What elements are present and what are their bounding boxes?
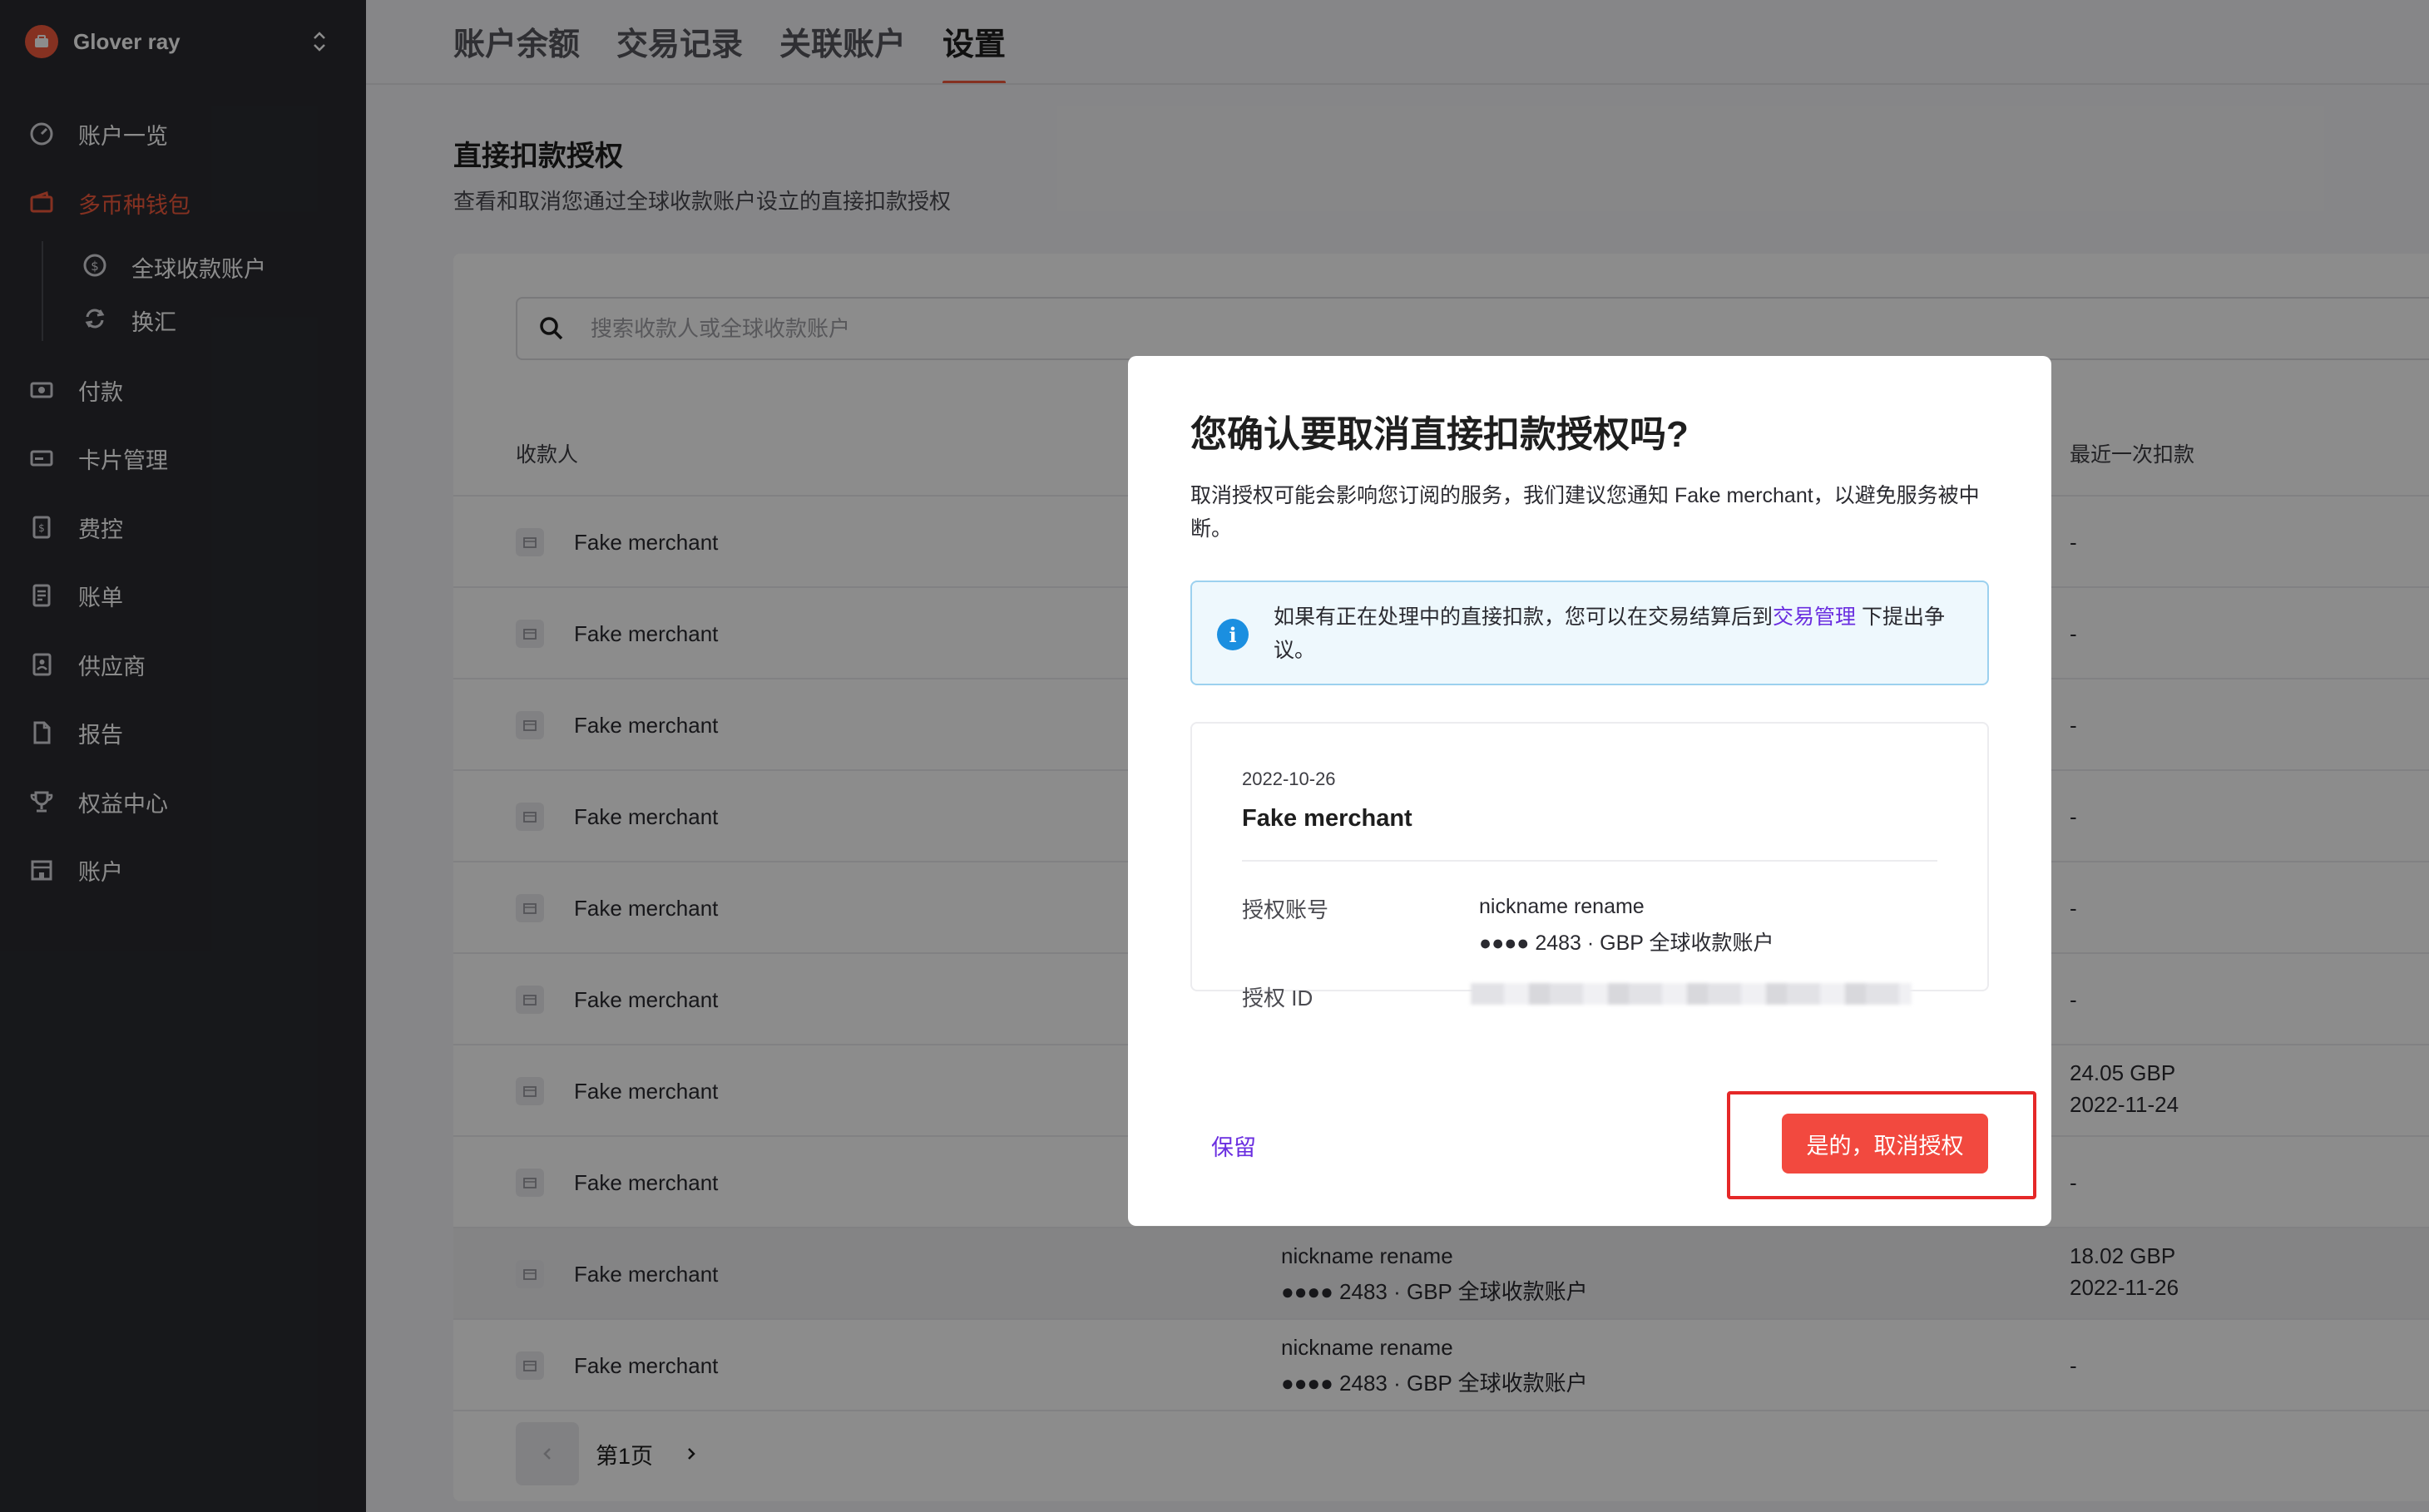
notice-text: 如果有正在处理中的直接扣款，您可以在交易结算后到交易管理 下提出争议。 — [1274, 600, 1972, 667]
mandate-date: 2022-10-26 — [1242, 768, 1336, 789]
info-notice: i 如果有正在处理中的直接扣款，您可以在交易结算后到交易管理 下提出争议。 — [1190, 581, 1989, 685]
mandate-detail-card: 2022-10-26 Fake merchant 授权账号 nickname r… — [1190, 722, 1989, 1010]
detail-divider — [1242, 860, 1937, 862]
authorized-account-nickname: nickname rename — [1479, 895, 1645, 918]
highlight-annotation — [1727, 1091, 2036, 1199]
info-icon: i — [1217, 619, 1249, 650]
authorized-account-label: 授权账号 — [1242, 897, 1329, 922]
notice-text-before: 如果有正在处理中的直接扣款，您可以在交易结算后到 — [1274, 605, 1774, 629]
authorized-account-number: ●●●● 2483 · GBP 全球收款账户 — [1479, 931, 1774, 955]
redacted-authorization-id — [1471, 983, 1912, 1005]
mandate-merchant: Fake merchant — [1242, 805, 1412, 832]
authorization-id-label: 授权 ID — [1242, 986, 1313, 1010]
keep-button[interactable]: 保留 — [1211, 1129, 1256, 1162]
dialog-description: 取消授权可能会影响您订阅的服务，我们建议您通知 Fake merchant，以避… — [1190, 484, 1980, 541]
transaction-management-link[interactable]: 交易管理 — [1773, 605, 1856, 629]
dialog-title: 您确认要取消直接扣款授权吗? — [1190, 414, 1689, 455]
